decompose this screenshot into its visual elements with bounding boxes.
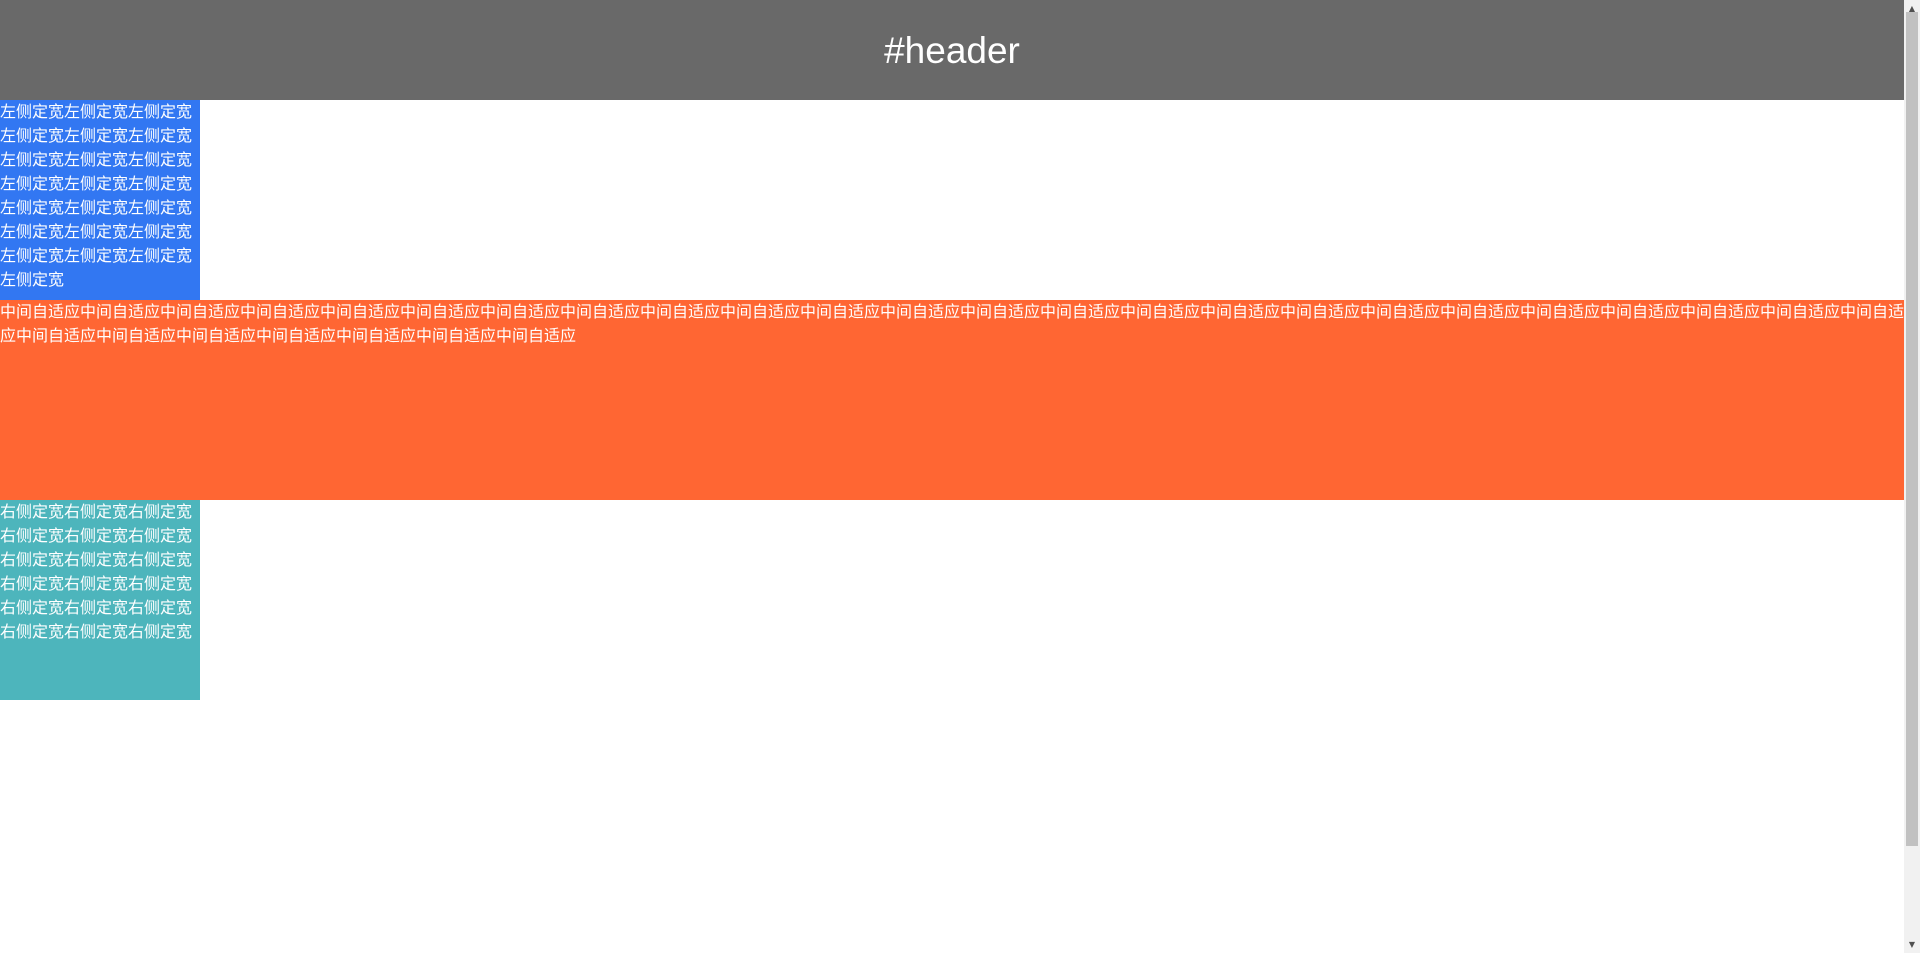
middle-fluid-column: 中间自适应中间自适应中间自适应中间自适应中间自适应中间自适应中间自适应中间自适应… [0, 300, 1904, 500]
right-fixed-column: 右侧定宽右侧定宽右侧定宽右侧定宽右侧定宽右侧定宽右侧定宽右侧定宽右侧定宽右侧定宽… [0, 500, 200, 700]
left-column-text: 左侧定宽左侧定宽左侧定宽左侧定宽左侧定宽左侧定宽左侧定宽左侧定宽左侧定宽左侧定宽… [0, 102, 193, 289]
page: #header 左侧定宽左侧定宽左侧定宽左侧定宽左侧定宽左侧定宽左侧定宽左侧定宽… [0, 0, 1904, 953]
scrollbar-thumb[interactable] [1906, 12, 1918, 846]
header-title: #header [884, 29, 1020, 71]
vertical-scrollbar[interactable]: ▲ ▼ [1904, 0, 1920, 953]
header: #header [0, 0, 1904, 100]
right-column-text: 右侧定宽右侧定宽右侧定宽右侧定宽右侧定宽右侧定宽右侧定宽右侧定宽右侧定宽右侧定宽… [0, 502, 193, 641]
left-fixed-column: 左侧定宽左侧定宽左侧定宽左侧定宽左侧定宽左侧定宽左侧定宽左侧定宽左侧定宽左侧定宽… [0, 100, 200, 300]
scroll-down-arrow-icon[interactable]: ▼ [1904, 936, 1920, 953]
middle-column-text: 中间自适应中间自适应中间自适应中间自适应中间自适应中间自适应中间自适应中间自适应… [0, 302, 1904, 345]
